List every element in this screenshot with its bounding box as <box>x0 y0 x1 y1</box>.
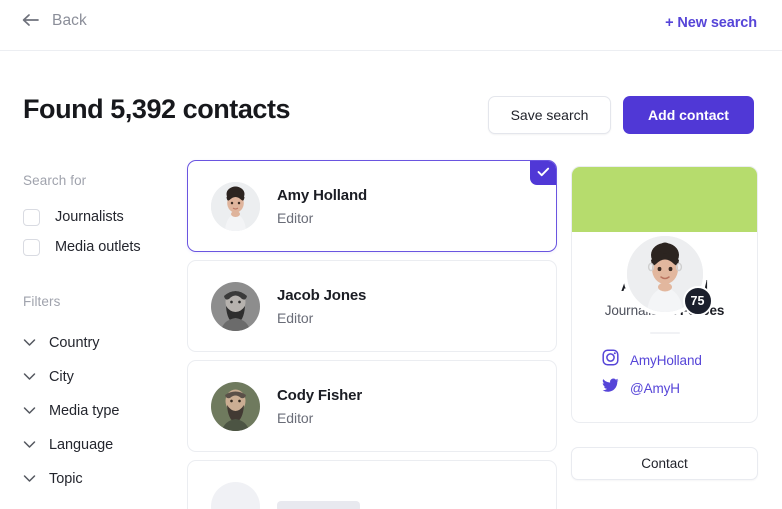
contact-name: Jacob Jones <box>277 286 367 304</box>
top-bar: Back + New search <box>0 0 782 51</box>
back-button[interactable]: Back <box>22 12 87 30</box>
filters-sidebar: Search for Journalists Media outlets Fil… <box>0 156 186 509</box>
skeleton-text-bar <box>277 500 360 509</box>
checkbox-journalists[interactable] <box>23 208 40 226</box>
contact-card-text: Jacob Jones Editor <box>277 287 366 326</box>
influence-score-badge: 75 <box>682 286 713 316</box>
checkbox-label-journalists: Journalists <box>55 209 124 225</box>
contact-card-jacob-jones[interactable]: Jacob Jones Editor <box>187 260 557 352</box>
checkbox-label-media-outlets: Media outlets <box>55 239 141 255</box>
contact-card-text: Cody Fisher Editor <box>277 387 362 426</box>
search-for-label: Search for <box>23 173 87 188</box>
chevron-down-icon <box>23 436 36 454</box>
filter-row-topic[interactable]: Topic <box>23 462 186 496</box>
contact-card-text: Amy Holland Editor <box>277 187 367 226</box>
filter-label-country: Country <box>49 335 100 351</box>
contact-list: Amy Holland Editor Jacob Jones Editor Co… <box>187 160 559 509</box>
contact-detail-panel: 75 Amy Holland Journalist at Forbes AmyH… <box>571 166 758 423</box>
divider <box>649 332 680 334</box>
filter-label-city: City <box>49 369 74 385</box>
chevron-down-icon <box>23 368 36 386</box>
contact-role: Editor <box>277 309 314 326</box>
contact-card-amy-holland[interactable]: Amy Holland Editor <box>187 160 557 252</box>
filter-label-media-type: Media type <box>49 403 120 419</box>
contact-card-loading-placeholder <box>187 460 557 509</box>
filter-row-media-type[interactable]: Media type <box>23 394 186 428</box>
chevron-down-icon <box>23 334 36 352</box>
contact-card-cody-fisher[interactable]: Cody Fisher Editor <box>187 360 557 452</box>
filter-label-language: Language <box>49 437 114 453</box>
new-search-link[interactable]: + New search <box>665 15 757 31</box>
contact-role: Editor <box>277 209 314 226</box>
check-icon <box>537 164 550 182</box>
arrow-left-icon <box>22 13 39 30</box>
add-contact-button[interactable]: Add contact <box>623 96 754 134</box>
save-search-button[interactable]: Save search <box>488 96 611 134</box>
contact-role: Editor <box>277 409 314 426</box>
filters-label: Filters <box>23 294 61 309</box>
social-row-instagram[interactable]: AmyHolland <box>602 346 743 374</box>
page-title: Found 5,392 contacts <box>23 94 291 124</box>
chevron-down-icon <box>23 402 36 420</box>
contact-button[interactable]: Contact <box>571 447 758 480</box>
detail-banner <box>572 167 757 232</box>
avatar <box>211 181 260 231</box>
filter-row-language[interactable]: Language <box>23 428 186 462</box>
detail-avatar-wrapper: 75 <box>622 232 713 316</box>
filter-row-city[interactable]: City <box>23 360 186 394</box>
twitter-handle: @AmyH <box>630 380 680 396</box>
contact-name: Cody Fisher <box>277 386 363 404</box>
detail-body: 75 Amy Holland Journalist at Forbes AmyH… <box>572 232 757 422</box>
filter-label-topic: Topic <box>49 471 83 487</box>
selected-check-badge[interactable] <box>530 161 556 185</box>
skeleton-avatar <box>211 481 260 509</box>
contacts-search-page: Back + New search Found 5,392 contacts S… <box>0 0 782 509</box>
chevron-down-icon <box>23 470 36 488</box>
twitter-icon <box>602 378 619 398</box>
back-label: Back <box>52 12 87 29</box>
social-links: AmyHolland @AmyH <box>586 346 743 402</box>
contact-name: Amy Holland <box>277 186 368 204</box>
avatar <box>211 381 260 431</box>
checkbox-row-media-outlets[interactable]: Media outlets <box>23 232 186 262</box>
filter-row-country[interactable]: Country <box>23 326 186 360</box>
social-row-twitter[interactable]: @AmyH <box>602 374 743 402</box>
instagram-handle: AmyHolland <box>630 352 702 368</box>
page-header: Found 5,392 contacts Save search Add con… <box>0 51 782 156</box>
checkbox-row-journalists[interactable]: Journalists <box>23 202 186 232</box>
checkbox-media-outlets[interactable] <box>23 238 40 256</box>
avatar <box>211 281 260 331</box>
instagram-icon <box>602 349 619 371</box>
